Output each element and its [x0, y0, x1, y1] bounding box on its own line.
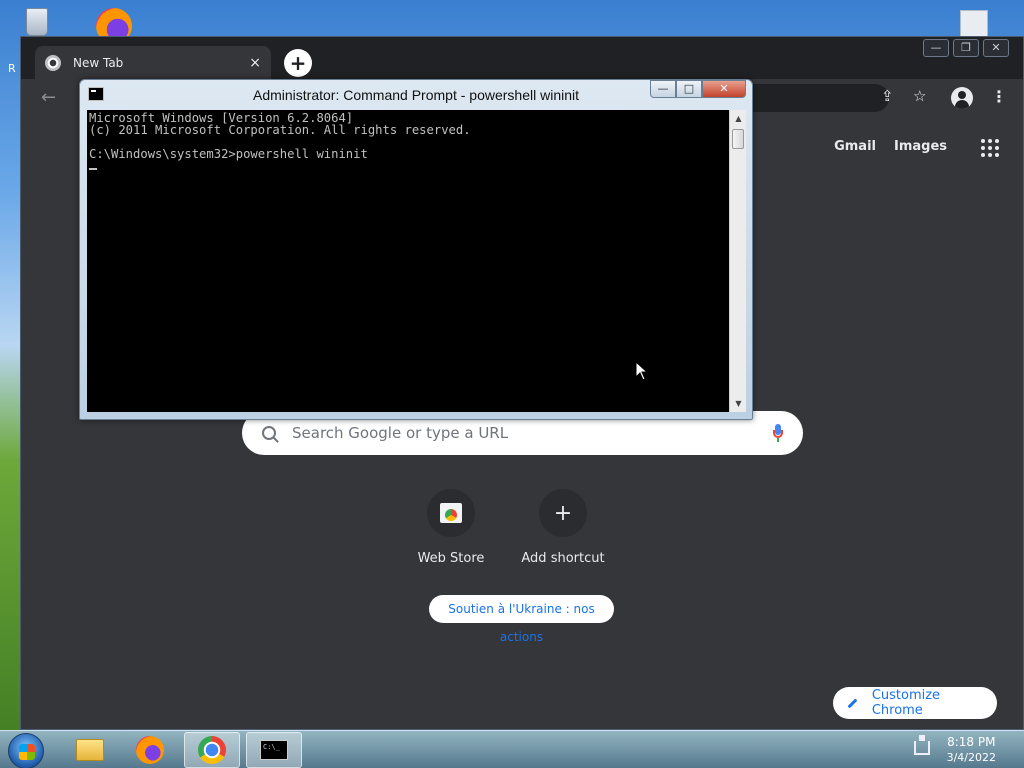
maximize-button[interactable]: ❐: [953, 39, 979, 57]
chrome-icon: [198, 736, 226, 764]
top-links: Gmail Images: [834, 139, 947, 154]
cmd-close-button[interactable]: ✕: [702, 80, 746, 98]
clock-time: 8:18 PM: [947, 735, 996, 749]
new-tab-button[interactable]: +: [284, 49, 312, 77]
taskbar-explorer[interactable]: [62, 732, 118, 768]
microphone-icon[interactable]: [773, 424, 783, 442]
chrome-titlebar: New Tab × + — ❐ ✕: [21, 37, 1023, 79]
back-arrow-icon[interactable]: ←: [41, 87, 56, 108]
cmd-window[interactable]: Administrator: Command Prompt - powershe…: [79, 79, 753, 420]
cmd-scrollbar[interactable]: ▲ ▼: [729, 110, 746, 412]
tab-title: New Tab: [73, 55, 124, 70]
taskbar-chrome[interactable]: [184, 732, 240, 768]
taskbar: C:\_ 8:18 PM 3/4/2022: [0, 730, 1024, 768]
close-button[interactable]: ✕: [983, 39, 1009, 57]
images-link[interactable]: Images: [894, 139, 947, 154]
bookmark-star-icon[interactable]: ☆: [913, 87, 926, 105]
minimize-button[interactable]: —: [923, 39, 949, 57]
start-button[interactable]: [8, 733, 44, 768]
search-input[interactable]: [292, 424, 773, 442]
cmd-console[interactable]: Microsoft Windows [Version 6.2.8064] (c) …: [87, 110, 729, 412]
cmd-window-controls: — □ ✕: [650, 80, 746, 98]
taskbar-firefox[interactable]: [122, 732, 178, 768]
windows-logo-icon: [19, 744, 35, 760]
shortcut-web-store[interactable]: Web Store: [407, 489, 495, 566]
scroll-up-icon[interactable]: ▲: [730, 110, 747, 127]
console-line: C:\Windows\system32>powershell wininit: [89, 147, 368, 161]
taskbar-cmd[interactable]: C:\_: [246, 732, 302, 768]
firefox-icon: [136, 736, 164, 764]
pencil-icon: [847, 698, 858, 708]
system-clock[interactable]: 8:18 PM 3/4/2022: [947, 734, 996, 766]
cmd-titlebar[interactable]: Administrator: Command Prompt - powershe…: [80, 80, 752, 110]
cmd-icon: C:\_: [260, 740, 288, 760]
gmail-link[interactable]: Gmail: [834, 139, 876, 154]
shortcut-add[interactable]: + Add shortcut: [519, 489, 607, 566]
folder-icon: [76, 739, 104, 761]
text-cursor: [89, 168, 97, 170]
network-icon[interactable]: [914, 735, 930, 755]
shortcut-circle: [427, 489, 475, 537]
share-icon[interactable]: ⇪: [881, 87, 894, 105]
scroll-down-icon[interactable]: ▼: [730, 395, 747, 412]
web-store-icon: [440, 503, 462, 523]
profile-avatar-icon[interactable]: [951, 87, 973, 109]
shortcut-label: Web Store: [417, 551, 485, 566]
chrome-favicon-icon: [45, 54, 61, 71]
chrome-window-controls: — ❐ ✕: [923, 39, 1009, 57]
plus-icon: +: [539, 489, 587, 537]
customize-chrome-label: Customize Chrome: [871, 688, 941, 718]
scroll-thumb[interactable]: [732, 129, 744, 149]
tab-close-icon[interactable]: ×: [249, 55, 261, 71]
customize-chrome-button[interactable]: Customize Chrome: [833, 687, 997, 719]
cmd-minimize-button[interactable]: —: [650, 80, 676, 98]
menu-kebab-icon[interactable]: ⋮: [991, 87, 1007, 106]
clock-date: 3/4/2022: [946, 751, 996, 764]
shortcuts: Web Store + Add shortcut: [407, 489, 607, 566]
recycle-bin-icon[interactable]: [18, 4, 58, 40]
search-icon: [262, 426, 276, 440]
tab-new-tab[interactable]: New Tab ×: [35, 46, 271, 79]
google-apps-icon[interactable]: [981, 139, 999, 157]
shortcut-label: Add shortcut: [521, 551, 605, 566]
omnibox[interactable]: [739, 84, 889, 112]
console-line: (c) 2011 Microsoft Corporation. All righ…: [89, 123, 471, 137]
desktop-label: R: [8, 62, 16, 75]
ukraine-support-link[interactable]: Soutien à l'Ukraine : nos actions: [429, 595, 614, 644]
cmd-maximize-button[interactable]: □: [676, 80, 702, 98]
